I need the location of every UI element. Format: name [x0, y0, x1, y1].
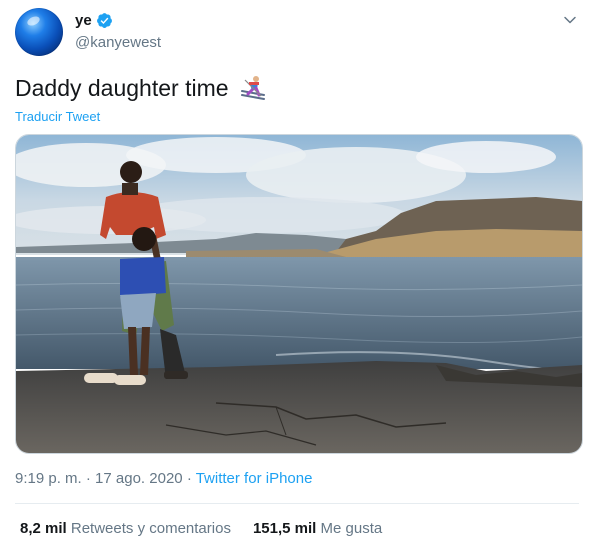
handle[interactable]: @kanyewest: [75, 34, 161, 51]
retweets-label: Retweets y comentarios: [70, 520, 231, 537]
meta-separator: ·: [85, 470, 91, 487]
likes-label: Me gusta: [320, 520, 383, 537]
retweets-stat[interactable]: 8,2 mil Retweets y comentarios: [20, 520, 231, 537]
author-name-row[interactable]: ye: [75, 12, 113, 29]
tweet-text-content: Daddy daughter time: [15, 74, 229, 101]
meta-separator-2: ·: [186, 470, 192, 487]
tweet-date[interactable]: 17 ago. 2020: [95, 470, 183, 487]
avatar[interactable]: [15, 8, 63, 56]
divider: [15, 503, 579, 504]
tweet-stats: 8,2 mil Retweets y comentarios 151,5 mil…: [20, 520, 382, 537]
skier-emoji-icon: [240, 76, 265, 100]
tweet-photo[interactable]: [15, 134, 583, 454]
chevron-down-icon[interactable]: [560, 10, 580, 30]
tweet-metadata: 9:19 p. m. · 17 ago. 2020 · Twitter for …: [15, 470, 312, 487]
verified-badge-icon: [96, 13, 112, 28]
photo-image: [16, 135, 582, 453]
retweets-count: 8,2 mil: [20, 520, 67, 537]
tweet-text: Daddy daughter time: [15, 74, 267, 102]
likes-stat[interactable]: 151,5 mil Me gusta: [253, 520, 382, 537]
translate-tweet-link[interactable]: Traducir Tweet: [15, 109, 100, 124]
display-name[interactable]: ye: [75, 12, 92, 29]
likes-count: 151,5 mil: [252, 520, 317, 537]
tweet-time[interactable]: 9:19 p. m.: [15, 470, 82, 487]
tweet-source-link[interactable]: Twitter for iPhone: [196, 470, 313, 487]
